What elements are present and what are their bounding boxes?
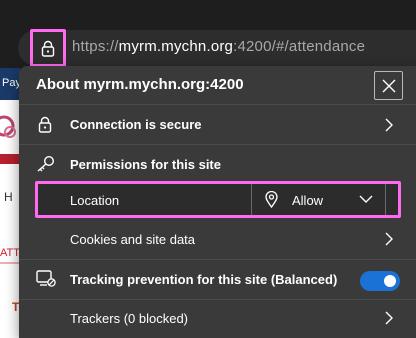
browser-toolbar: https://myrm.mychn.org:4200/#/attendance bbox=[0, 0, 416, 68]
close-icon bbox=[382, 79, 395, 92]
close-button[interactable] bbox=[374, 71, 403, 100]
tracking-prevention-row: Tracking prevention for this site (Balan… bbox=[19, 261, 416, 297]
site-info-panel: About myrm.mychn.org:4200 Connection is … bbox=[19, 66, 416, 338]
background-nav-strip: Pay bbox=[0, 68, 21, 100]
url-scheme: https:// bbox=[72, 38, 119, 55]
location-value: Allow bbox=[292, 193, 324, 208]
permissions-heading: Permissions for this site bbox=[70, 157, 221, 172]
chevron-right-icon bbox=[385, 311, 393, 325]
chevron-down-icon bbox=[359, 195, 373, 203]
toggle-knob bbox=[384, 275, 396, 287]
cookies-divider bbox=[19, 259, 416, 260]
cookies-label: Cookies and site data bbox=[70, 232, 196, 247]
url-host: myrm.mychn.org bbox=[118, 38, 234, 55]
url-path: :4200/#/attendance bbox=[233, 38, 366, 55]
background-logo-fragment bbox=[0, 115, 20, 164]
site-info-button[interactable] bbox=[30, 29, 66, 67]
connection-divider bbox=[19, 144, 416, 145]
trackers-row[interactable]: Trackers (0 blocked) bbox=[19, 302, 416, 338]
trackers-label: Trackers (0 blocked) bbox=[70, 311, 188, 326]
location-right-edge bbox=[385, 184, 386, 215]
connection-row[interactable]: Connection is secure bbox=[19, 106, 416, 144]
location-label: Location bbox=[70, 193, 120, 208]
chevron-right-icon bbox=[385, 118, 393, 132]
location-pin-icon bbox=[265, 191, 278, 208]
cookies-row[interactable]: Cookies and site data bbox=[19, 221, 416, 257]
tracking-label: Tracking prevention for this site (Balan… bbox=[70, 272, 338, 287]
tracking-divider bbox=[19, 299, 416, 300]
background-h-text: H bbox=[4, 190, 13, 204]
lock-icon bbox=[38, 116, 52, 133]
key-icon bbox=[37, 155, 55, 172]
panel-title: About myrm.mychn.org:4200 bbox=[36, 76, 244, 93]
connection-label: Connection is secure bbox=[70, 117, 202, 132]
tracking-prevention-toggle[interactable] bbox=[360, 271, 400, 291]
permissions-header: Permissions for this site bbox=[19, 146, 416, 180]
title-divider bbox=[19, 104, 416, 105]
location-dropdown[interactable]: Allow bbox=[252, 184, 385, 215]
location-permission-row: Location Allow bbox=[35, 181, 401, 218]
url-text[interactable]: https://myrm.mychn.org:4200/#/attendance bbox=[72, 38, 365, 55]
background-divider bbox=[0, 262, 20, 264]
lock-icon bbox=[41, 40, 55, 57]
background-att-text: ATT bbox=[0, 247, 20, 259]
browser-window: Pay H ATT T https://myrm.mychn.org:4200/… bbox=[0, 0, 416, 338]
tracking-prevention-icon bbox=[36, 270, 56, 287]
chevron-right-icon bbox=[385, 232, 393, 246]
